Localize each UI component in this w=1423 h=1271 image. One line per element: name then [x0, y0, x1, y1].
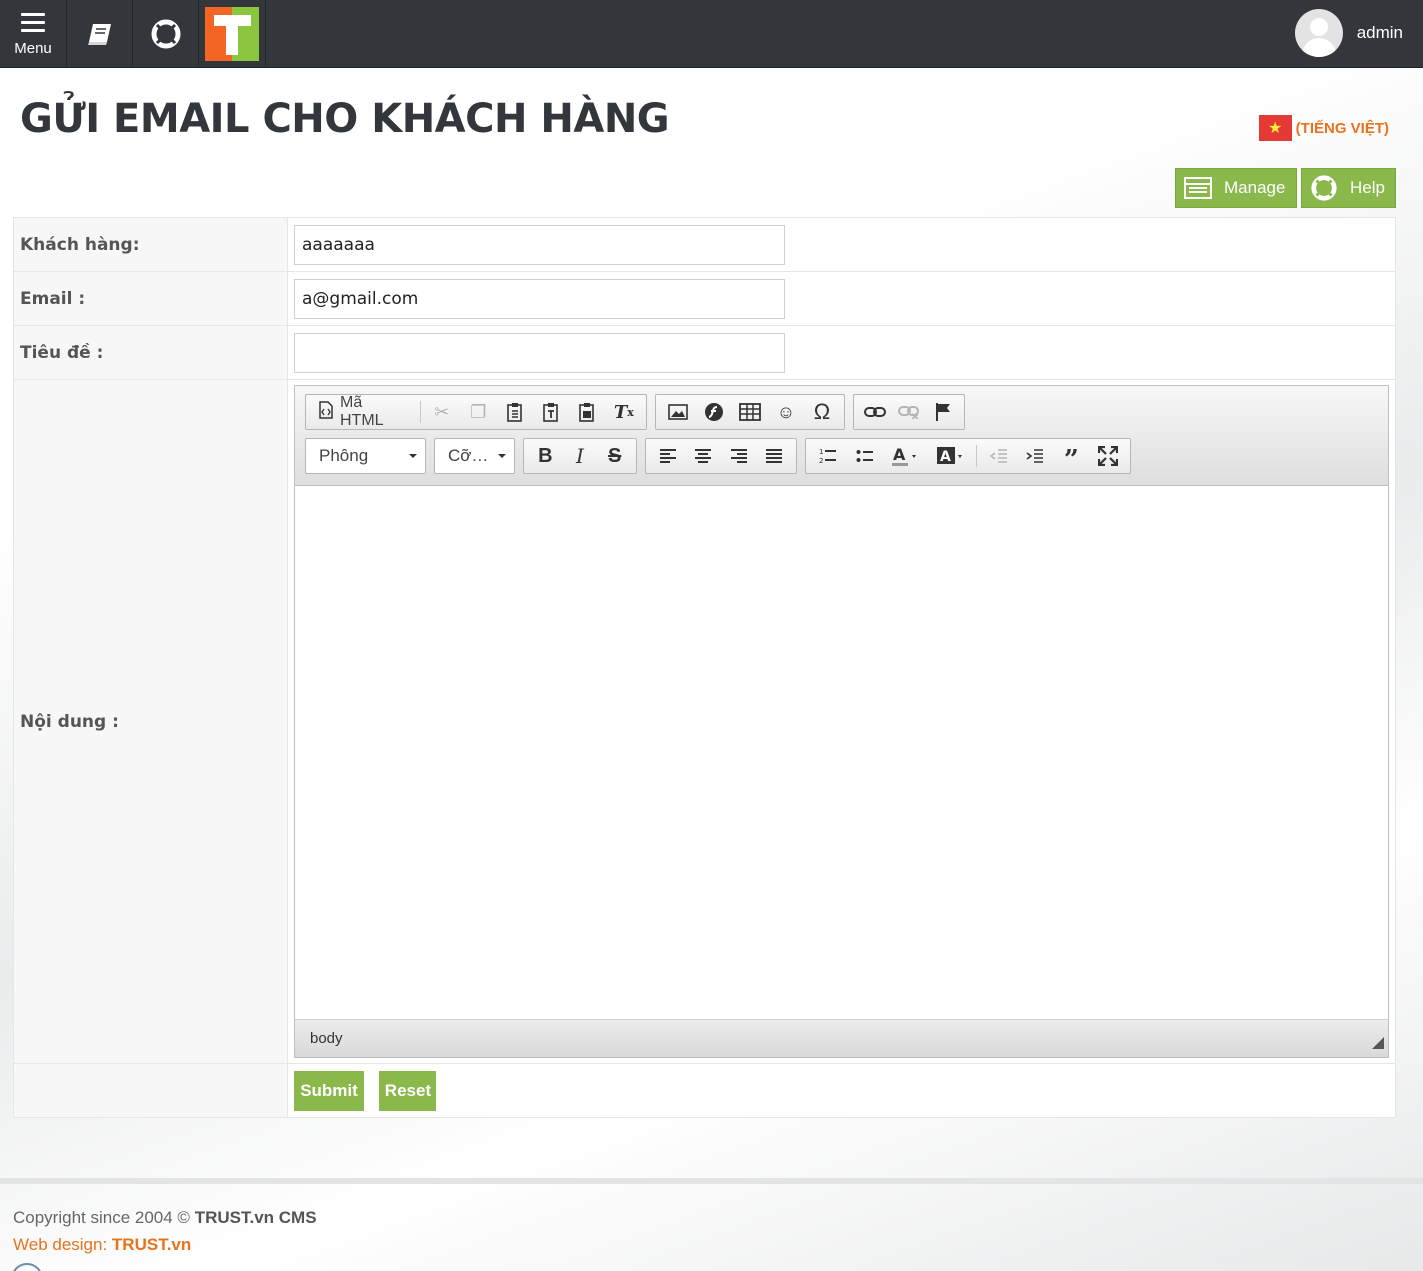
basic-style-group: B I S — [523, 438, 637, 474]
menu-icon — [21, 12, 45, 32]
numbered-list-icon[interactable]: 12 — [810, 441, 846, 471]
subject-label: Tiêu đề : — [13, 325, 288, 380]
list-icon — [1184, 177, 1212, 199]
align-right-icon[interactable] — [721, 441, 757, 471]
design-brand-link[interactable]: TRUST.vn — [112, 1235, 191, 1254]
home-logo-link[interactable] — [199, 0, 266, 67]
paragraph-group: 12 A A ” — [805, 438, 1131, 475]
design-prefix: Web design: — [13, 1235, 112, 1254]
page-title: GỬI EMAIL CHO KHÁCH HÀNG — [20, 96, 670, 142]
flash-icon[interactable] — [696, 397, 732, 427]
book-button[interactable] — [67, 0, 133, 67]
help-label: Help — [1350, 178, 1385, 197]
italic-icon[interactable]: I — [563, 441, 598, 471]
editor-statusbar: body — [295, 1019, 1388, 1057]
help-button[interactable]: Help — [1301, 168, 1396, 208]
submit-button[interactable]: Submit — [294, 1070, 364, 1111]
menu-button[interactable]: Menu — [0, 0, 67, 67]
maximize-icon[interactable] — [1090, 441, 1126, 471]
footer-divider — [0, 1178, 1423, 1184]
align-group — [645, 438, 797, 474]
clipboard-group: Mã HTML ✂ ❐ Tx — [305, 394, 647, 430]
font-select-label: Phông — [319, 446, 369, 465]
reset-button[interactable]: Reset — [379, 1070, 437, 1111]
empty-label-cell — [13, 1063, 288, 1118]
top-navbar: Menu admin — [0, 0, 1423, 68]
align-left-icon[interactable] — [650, 441, 686, 471]
special-char-icon[interactable]: Ω — [804, 397, 840, 427]
language-label: (TIẾNG VIỆT) — [1295, 119, 1389, 137]
subject-input[interactable] — [294, 332, 785, 373]
unlink-icon[interactable] — [892, 397, 926, 427]
outdent-icon[interactable] — [980, 441, 1016, 471]
blockquote-icon[interactable]: ” — [1053, 441, 1089, 475]
user-menu[interactable]: admin — [1294, 9, 1403, 57]
paste-text-icon[interactable] — [533, 397, 569, 427]
strikethrough-icon[interactable]: S — [597, 441, 632, 471]
customer-label: Khách hàng: — [13, 217, 288, 272]
menu-label: Menu — [14, 39, 52, 57]
email-label: Email : — [13, 271, 288, 326]
lifebuoy-icon — [1310, 174, 1338, 202]
chevron-down-icon — [409, 454, 417, 458]
language-switch[interactable]: ★ (TIẾNG VIỆT) — [1258, 115, 1389, 141]
table-icon[interactable] — [732, 397, 768, 427]
copy-icon[interactable]: ❐ — [460, 397, 496, 427]
cut-icon[interactable]: ✂ — [424, 397, 460, 427]
editor-content-area[interactable] — [295, 486, 1388, 1019]
link-icon[interactable] — [858, 397, 892, 427]
customer-input[interactable] — [294, 224, 785, 265]
copyright-text: Copyright since 2004 © TRUST.vn CMS — [13, 1208, 317, 1228]
email-form: Khách hàng: Email : Tiêu đề : Nội dung : — [13, 217, 1396, 1118]
bullet-list-icon[interactable] — [846, 441, 882, 471]
insert-group: ☺ Ω — [655, 394, 845, 430]
indent-icon[interactable] — [1017, 441, 1053, 471]
anchor-flag-icon[interactable] — [926, 397, 960, 427]
background-color-icon[interactable]: A — [928, 441, 973, 471]
book-icon — [87, 23, 111, 45]
svg-text:2: 2 — [819, 457, 823, 465]
link-group — [853, 394, 965, 430]
trust-logo — [205, 6, 259, 61]
size-select-label: Cỡ… — [448, 446, 489, 465]
copyright-brand: TRUST.vn CMS — [194, 1208, 317, 1227]
web-design-credit: Web design: TRUST.vn — [13, 1235, 191, 1255]
font-select[interactable]: Phông — [305, 438, 426, 474]
paste-word-icon[interactable] — [569, 397, 605, 427]
image-icon[interactable] — [660, 397, 696, 427]
email-input[interactable] — [294, 278, 785, 319]
svg-text:A: A — [893, 445, 906, 464]
username: admin — [1356, 23, 1403, 42]
text-color-icon[interactable]: A — [883, 441, 928, 471]
avatar — [1294, 9, 1343, 57]
align-center-icon[interactable] — [686, 441, 722, 471]
element-path[interactable]: body — [310, 1030, 343, 1047]
size-select[interactable]: Cỡ… — [434, 438, 515, 474]
chevron-down-icon — [498, 454, 506, 458]
manage-button[interactable]: Manage — [1175, 168, 1297, 208]
content-label: Nội dung : — [13, 379, 288, 1064]
resize-handle-icon[interactable] — [1372, 1037, 1384, 1049]
smiley-icon[interactable]: ☺ — [768, 397, 804, 427]
manage-label: Manage — [1224, 178, 1286, 197]
source-code-icon — [318, 400, 334, 424]
svg-text:A: A — [940, 449, 951, 465]
rich-text-editor: Mã HTML ✂ ❐ Tx ☺ Ω Phông Cỡ… B I S 1 2 A… — [294, 385, 1389, 1058]
remove-format-icon[interactable]: Tx — [606, 397, 642, 427]
editor-toolbar: Mã HTML ✂ ❐ Tx ☺ Ω Phông Cỡ… B I S 1 2 A… — [295, 386, 1388, 486]
source-label: Mã HTML — [340, 394, 384, 429]
bold-icon[interactable]: B — [528, 441, 563, 471]
copyright-prefix: Copyright since 2004 © — [13, 1208, 195, 1227]
svg-text:1: 1 — [819, 448, 823, 456]
paste-icon[interactable] — [496, 397, 532, 427]
help-top-button[interactable] — [133, 0, 199, 67]
lifebuoy-icon — [151, 19, 180, 48]
justify-icon[interactable] — [757, 441, 793, 471]
vietnam-flag-icon: ★ — [1258, 115, 1292, 141]
source-button[interactable]: Mã HTML — [310, 394, 417, 430]
scroll-top-icon[interactable] — [11, 1263, 43, 1271]
